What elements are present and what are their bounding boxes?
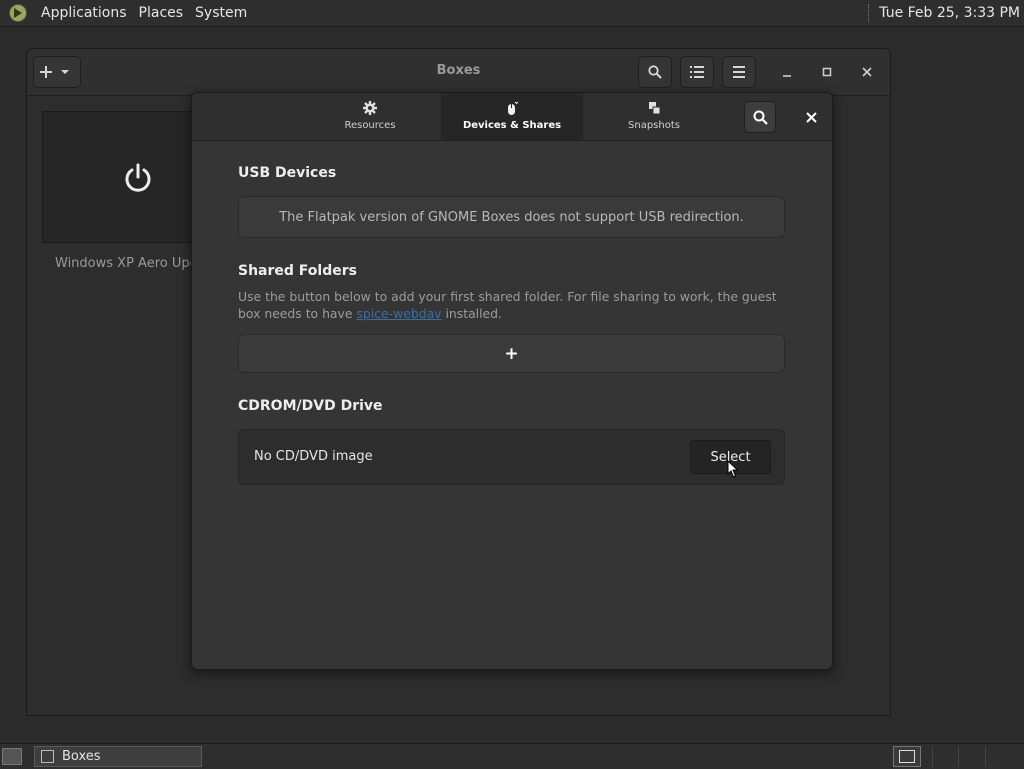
usb-section-title: USB Devices (238, 165, 337, 181)
usb-message: The Flatpak version of GNOME Boxes does … (279, 209, 744, 225)
window-close-button[interactable] (858, 63, 876, 81)
power-icon (125, 163, 151, 192)
plus-icon: + (504, 343, 519, 364)
workspace-window-icon (899, 750, 915, 763)
top-panel: Applications Places System Tue Feb 25, 3… (0, 0, 1024, 27)
main-menu-button[interactable] (722, 56, 756, 88)
menu-system[interactable]: System (189, 0, 253, 26)
cdrom-row: No CD/DVD image Select (238, 429, 785, 485)
bottom-taskbar: Boxes (0, 743, 1024, 769)
show-desktop-icon[interactable] (2, 748, 22, 765)
taskbar-item-label: Boxes (62, 749, 101, 764)
panel-tray: Tue Feb 25, 3:33 PM (868, 0, 1024, 26)
tab-devices-shares[interactable]: Devices & Shares (441, 93, 583, 140)
list-view-button[interactable] (680, 56, 714, 88)
dialog-header: Resources Devices & Shares Snapshots (192, 93, 832, 141)
add-shared-folder-button[interactable]: + (238, 334, 785, 373)
close-icon (805, 111, 817, 123)
vm-name-label[interactable]: Windows XP Aero Upda (55, 256, 206, 271)
workspace-divider (958, 746, 959, 767)
taskbar-item-boxes[interactable]: Boxes (34, 746, 202, 767)
window-headerbar: Boxes (27, 49, 890, 96)
minimize-icon (783, 75, 791, 77)
tab-resources[interactable]: Resources (299, 93, 441, 140)
search-icon (753, 110, 768, 125)
dialog-close-button[interactable] (795, 101, 827, 133)
mouse-icon (508, 101, 519, 115)
tab-snapshots[interactable]: Snapshots (583, 93, 725, 140)
search-button[interactable] (638, 56, 672, 88)
close-icon (862, 67, 872, 77)
cdrom-section-title: CDROM/DVD Drive (238, 398, 383, 414)
hamburger-menu-icon (733, 66, 745, 78)
panel-separator (868, 4, 871, 22)
search-icon (648, 65, 662, 79)
distro-logo-icon[interactable] (9, 4, 27, 22)
boxes-app-icon (41, 750, 54, 763)
gear-icon (363, 101, 377, 115)
workspace-divider (932, 746, 933, 767)
snapshots-icon (649, 102, 661, 115)
window-title: Boxes (436, 63, 481, 78)
tab-label: Snapshots (628, 120, 680, 131)
minimize-button[interactable] (778, 63, 796, 81)
description-text-end: installed. (441, 306, 502, 321)
tab-label: Devices & Shares (462, 120, 562, 131)
menu-places[interactable]: Places (133, 0, 190, 26)
description-text: Use the button below to add your first s… (238, 289, 777, 321)
shared-folders-title: Shared Folders (238, 263, 357, 279)
shared-folders-description: Use the button below to add your first s… (238, 288, 798, 322)
list-view-icon (690, 66, 704, 78)
workspace-switcher[interactable] (893, 746, 921, 767)
maximize-button[interactable] (818, 63, 836, 81)
maximize-icon (822, 67, 832, 77)
properties-dialog: Resources Devices & Shares Snapshots USB… (191, 92, 833, 670)
usb-message-box: The Flatpak version of GNOME Boxes does … (238, 196, 785, 238)
clock[interactable]: Tue Feb 25, 3:33 PM (879, 5, 1024, 21)
spice-webdav-link[interactable]: spice-webdav (356, 306, 441, 321)
mouse-cursor-icon (727, 460, 739, 478)
menu-applications[interactable]: Applications (35, 0, 133, 26)
cdrom-status: No CD/DVD image (254, 449, 373, 464)
dialog-search-button[interactable] (744, 101, 776, 133)
workspace-divider (985, 746, 986, 767)
tab-label: Resources (344, 120, 396, 131)
